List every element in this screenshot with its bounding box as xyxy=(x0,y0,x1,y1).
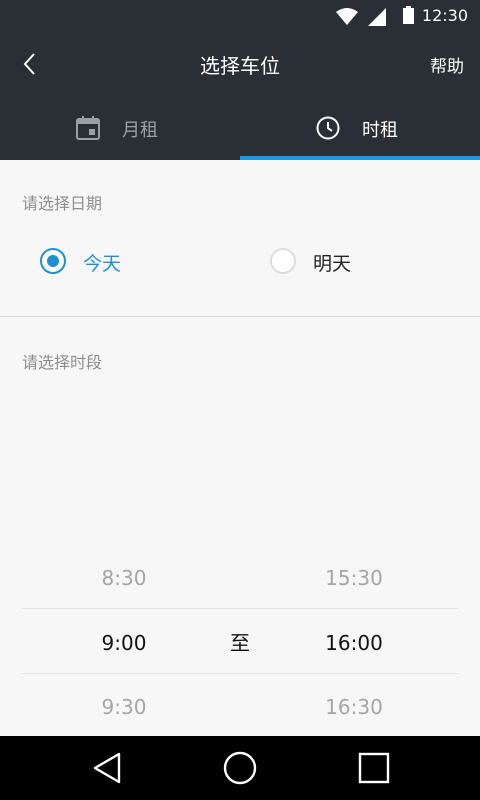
help-button[interactable]: 帮助 xyxy=(430,52,464,77)
date-option-label: 今天 xyxy=(83,253,122,275)
start-time-selected[interactable]: 9:00 xyxy=(64,611,184,675)
tab-hourly[interactable]: 时租 xyxy=(240,96,480,160)
battery-icon xyxy=(403,6,414,24)
page-title: 选择车位 xyxy=(200,54,280,78)
time-picker-row-next[interactable]: 9:30 16:30 xyxy=(0,675,480,739)
tab-hourly-label: 时租 xyxy=(362,120,398,141)
end-time-selected[interactable]: 16:00 xyxy=(294,611,414,675)
range-separator: 至 xyxy=(230,631,250,655)
status-bar: 12:30 xyxy=(0,0,480,32)
picker-divider-top xyxy=(22,608,458,609)
end-time-option[interactable]: 16:30 xyxy=(294,675,414,739)
nav-back-button[interactable] xyxy=(88,750,128,786)
time-section-label: 请选择时段 xyxy=(22,353,103,372)
start-time-option[interactable]: 8:30 xyxy=(64,546,184,610)
calendar-icon xyxy=(76,116,100,140)
date-section: 请选择日期 今天 明天 xyxy=(0,160,480,316)
app-bar: 选择车位 帮助 xyxy=(0,32,480,96)
nav-recents-button[interactable] xyxy=(354,750,394,786)
triangle-back-icon xyxy=(93,752,121,784)
radio-checked-icon xyxy=(40,248,66,274)
tab-monthly[interactable]: 月租 xyxy=(0,96,240,160)
time-picker-row-prev[interactable]: 8:30 15:30 xyxy=(0,546,480,610)
clock-icon xyxy=(316,116,340,140)
status-time: 12:30 xyxy=(421,6,468,25)
date-section-label: 请选择日期 xyxy=(22,194,103,213)
picker-divider-bottom xyxy=(22,673,458,674)
date-option-tomorrow[interactable]: 明天 xyxy=(270,248,420,278)
date-option-today[interactable]: 今天 xyxy=(40,248,190,278)
signal-icon xyxy=(368,8,386,26)
time-section: 请选择时段 8:30 15:30 9:00 至 16:00 9:30 16:30… xyxy=(0,317,480,800)
date-option-label: 明天 xyxy=(313,253,352,275)
end-time-option[interactable]: 15:30 xyxy=(294,546,414,610)
tab-monthly-label: 月租 xyxy=(122,120,158,141)
tab-bar: 月租 时租 xyxy=(0,96,480,160)
square-recents-icon xyxy=(358,752,390,784)
system-nav-bar xyxy=(0,736,480,800)
main-content: 请选择日期 今天 明天 请选择时段 8:30 15:30 9:00 至 16:0… xyxy=(0,160,480,800)
start-time-option[interactable]: 9:30 xyxy=(64,675,184,739)
radio-unchecked-icon xyxy=(270,248,296,274)
wifi-icon xyxy=(336,8,358,25)
time-picker-row-selected[interactable]: 9:00 至 16:00 xyxy=(0,611,480,675)
circle-home-icon xyxy=(223,751,257,785)
nav-home-button[interactable] xyxy=(220,750,260,786)
